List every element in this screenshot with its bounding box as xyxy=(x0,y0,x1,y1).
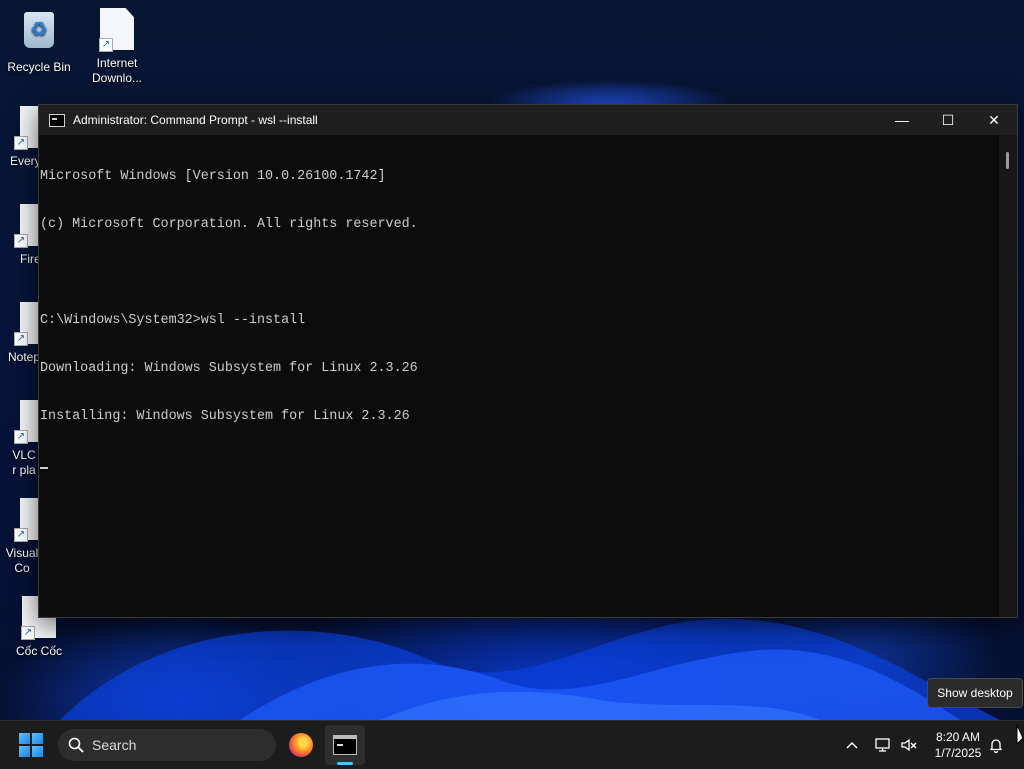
scrollbar-thumb[interactable] xyxy=(1006,152,1009,169)
windows-logo-pane xyxy=(32,733,43,744)
desktop-icon-internet-download[interactable]: ↗ Internet Downlo... xyxy=(78,8,156,86)
window-titlebar[interactable]: Administrator: Command Prompt - wsl --in… xyxy=(39,105,1017,135)
wallpaper-swirl xyxy=(60,618,1000,720)
notification-bell-icon[interactable] xyxy=(986,733,1006,757)
desktop-icon-recycle-bin[interactable]: ♻ Recycle Bin xyxy=(0,8,78,75)
desktop-icon-visual-studio-code[interactable]: ↗ Visual Co xyxy=(0,498,40,576)
desktop-icon-label: Visual Co xyxy=(5,546,39,575)
close-button[interactable]: ✕ xyxy=(971,105,1017,135)
vertical-scrollbar[interactable] xyxy=(999,135,1017,617)
show-hidden-icons-chevron-icon[interactable] xyxy=(842,733,862,757)
console-cursor-line xyxy=(40,457,999,473)
search-placeholder: Search xyxy=(92,737,137,753)
desktop-icon-everything[interactable]: ↗ Every xyxy=(0,106,40,169)
taskbar-app-firefox[interactable] xyxy=(281,725,321,765)
windows-logo-pane xyxy=(19,746,30,757)
file-shortcut-icon: ↗ xyxy=(12,106,40,150)
console-line: C:\Windows\System32>wsl --install xyxy=(40,313,306,328)
search-icon xyxy=(68,737,84,753)
file-shortcut-icon: ↗ xyxy=(12,204,40,248)
desktop-icon-label: Recycle Bin xyxy=(7,60,71,74)
windows-logo-pane xyxy=(32,746,43,757)
command-prompt-window[interactable]: Administrator: Command Prompt - wsl --in… xyxy=(38,104,1018,618)
start-button[interactable] xyxy=(19,733,43,757)
minimize-button[interactable]: — xyxy=(879,105,925,135)
taskbar-clock[interactable]: 8:20 AM 1/7/2025 xyxy=(928,729,988,761)
desktop-icon-vlc[interactable]: ↗ VLC r pla xyxy=(0,400,40,478)
clock-time: 8:20 AM xyxy=(935,730,981,744)
desktop-icon-label: Cốc Cốc xyxy=(15,644,62,658)
desktop-icon-label: Internet Downlo... xyxy=(91,56,143,85)
desktop-icon-label: Every xyxy=(10,154,40,168)
file-shortcut-icon: ↗ xyxy=(12,302,40,346)
taskbar-search[interactable]: Search xyxy=(58,729,276,761)
taskbar-app-command-prompt[interactable] xyxy=(325,725,365,765)
active-app-indicator xyxy=(337,762,353,765)
desktop-icon-notepad[interactable]: ↗ Notep xyxy=(0,302,40,365)
windows-logo-pane xyxy=(19,733,30,744)
command-prompt-icon xyxy=(333,735,357,755)
desktop-icon-label: Notep xyxy=(8,350,40,364)
maximize-button[interactable]: ☐ xyxy=(925,105,971,135)
desktop-icon-firefox[interactable]: ↗ Fire xyxy=(0,204,40,267)
file-shortcut-icon: ↗ xyxy=(12,400,40,444)
command-prompt-icon xyxy=(49,113,65,127)
recycle-bin-icon: ♻ xyxy=(19,12,59,56)
text-cursor xyxy=(40,467,48,469)
file-shortcut-icon: ↗ xyxy=(12,498,40,542)
clock-date: 1/7/2025 xyxy=(934,746,982,760)
volume-muted-icon[interactable] xyxy=(898,733,920,757)
taskbar: Search 8:20 AM 1/7/2025 xyxy=(0,720,1024,769)
desktop-icon-label: Fire xyxy=(20,252,40,266)
desktop-icon-label: VLC r pla xyxy=(12,448,36,477)
console-output[interactable]: Microsoft Windows [Version 10.0.26100.17… xyxy=(39,135,999,617)
mouse-pointer-icon xyxy=(1016,724,1024,746)
console-line: Microsoft Windows [Version 10.0.26100.17… xyxy=(40,169,386,184)
show-desktop-tooltip: Show desktop xyxy=(927,678,1023,708)
console-line: Downloading: Windows Subsystem for Linux… xyxy=(40,361,418,376)
window-title: Administrator: Command Prompt - wsl --in… xyxy=(73,113,318,127)
network-icon[interactable] xyxy=(872,733,894,757)
console-line: (c) Microsoft Corporation. All rights re… xyxy=(40,217,418,232)
console-line: Installing: Windows Subsystem for Linux … xyxy=(40,409,410,424)
firefox-icon xyxy=(289,733,313,757)
file-shortcut-icon: ↗ xyxy=(97,8,137,52)
